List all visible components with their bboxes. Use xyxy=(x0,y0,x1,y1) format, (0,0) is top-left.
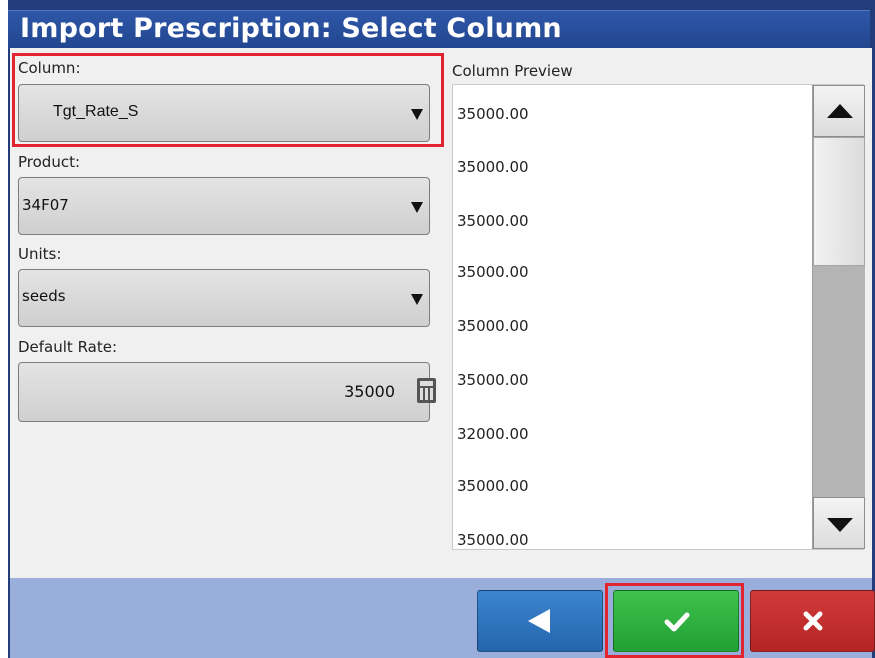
column-highlight xyxy=(12,53,444,147)
column-preview-list[interactable]: 35000.00 35000.00 35000.00 35000.00 3500… xyxy=(452,84,864,550)
cancel-button[interactable] xyxy=(750,590,875,652)
units-dropdown[interactable]: seeds xyxy=(18,269,430,327)
list-item[interactable]: 35000.00 xyxy=(457,158,529,176)
list-item[interactable]: 35000.00 xyxy=(457,105,529,123)
product-value: 34F07 xyxy=(22,196,69,214)
list-item[interactable]: 35000.00 xyxy=(457,212,529,230)
up-triangle-icon xyxy=(827,104,853,118)
x-icon xyxy=(803,611,823,631)
list-item[interactable]: 35000.00 xyxy=(457,477,529,495)
column-preview-label: Column Preview xyxy=(452,62,573,80)
default-rate-label: Default Rate: xyxy=(18,338,118,356)
preview-scrollbar[interactable] xyxy=(812,85,865,549)
list-item[interactable]: 32000.00 xyxy=(457,425,529,443)
product-label: Product: xyxy=(18,153,81,171)
units-value: seeds xyxy=(22,287,66,305)
back-button[interactable] xyxy=(477,590,603,652)
title-bar: Import Prescription: Select Column xyxy=(8,10,870,49)
list-item[interactable]: 35000.00 xyxy=(457,531,529,549)
default-rate-field[interactable]: 35000 xyxy=(18,362,430,422)
list-item[interactable]: 35000.00 xyxy=(457,317,529,335)
list-item[interactable]: 35000.00 xyxy=(457,263,529,281)
scroll-down-button[interactable] xyxy=(813,497,865,549)
default-rate-value: 35000 xyxy=(344,382,395,401)
chevron-down-icon xyxy=(411,294,423,305)
units-label: Units: xyxy=(18,245,62,263)
confirm-highlight xyxy=(605,583,744,658)
calculator-icon[interactable] xyxy=(417,378,436,403)
scroll-thumb[interactable] xyxy=(813,137,865,266)
chevron-down-icon xyxy=(411,202,423,213)
scroll-up-button[interactable] xyxy=(813,85,865,137)
product-dropdown[interactable]: 34F07 xyxy=(18,177,430,235)
window-title: Import Prescription: Select Column xyxy=(20,13,562,44)
list-item[interactable]: 35000.00 xyxy=(457,371,529,389)
left-triangle-icon xyxy=(528,609,550,633)
down-triangle-icon xyxy=(827,518,853,532)
